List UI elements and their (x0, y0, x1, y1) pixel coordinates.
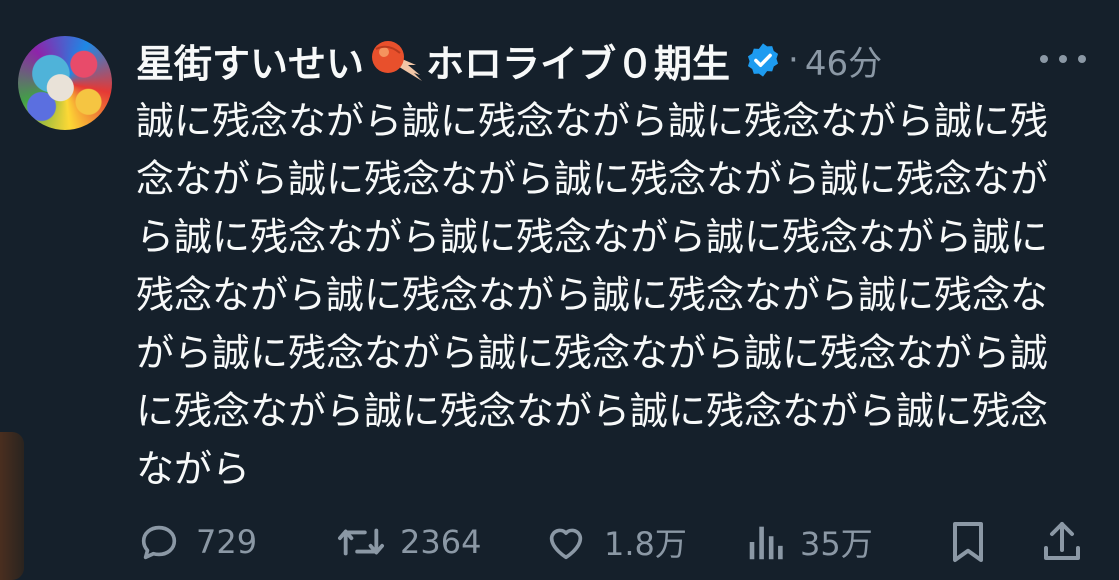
more-dot (1059, 55, 1067, 63)
adjacent-image-edge (0, 432, 24, 580)
display-name-suffix[interactable]: ホロライブ０期生 (426, 33, 730, 88)
display-name[interactable]: 星街すいせい (136, 33, 364, 88)
like-button[interactable]: 1.8万 (542, 512, 687, 572)
reply-button[interactable]: 729 (136, 512, 257, 572)
more-dot (1040, 55, 1048, 63)
header-separator: · (788, 40, 799, 80)
verified-badge-icon (747, 43, 779, 77)
like-icon (549, 528, 583, 560)
reply-icon (141, 525, 177, 560)
reply-count: 729 (196, 523, 258, 561)
timestamp[interactable]: 46分 (805, 36, 882, 85)
share-icon (1044, 522, 1080, 560)
avatar[interactable] (18, 36, 112, 130)
repost-icon (337, 528, 384, 556)
tweet-header: 星街すいせい ホロライブ０期生 · 46分 (136, 30, 882, 90)
share-button[interactable] (1040, 512, 1084, 572)
action-bar: 729 2364 1.8万 35万 (136, 512, 1091, 572)
bookmark-button[interactable] (948, 512, 988, 572)
views-icon (749, 526, 783, 560)
tweet-text: 誠に残念ながら誠に残念ながら誠に残念ながら誠に残念ながら誠に残念ながら誠に残念な… (136, 99, 1049, 491)
repost-button[interactable]: 2364 (336, 512, 481, 572)
views-count: 35万 (800, 525, 873, 563)
more-icon[interactable] (1040, 44, 1086, 74)
repost-count: 2364 (400, 523, 482, 561)
views-button[interactable]: 35万 (746, 512, 873, 572)
comet-icon (372, 41, 423, 81)
bookmark-icon (953, 522, 983, 562)
like-count: 1.8万 (604, 525, 687, 563)
more-dot (1078, 55, 1086, 63)
